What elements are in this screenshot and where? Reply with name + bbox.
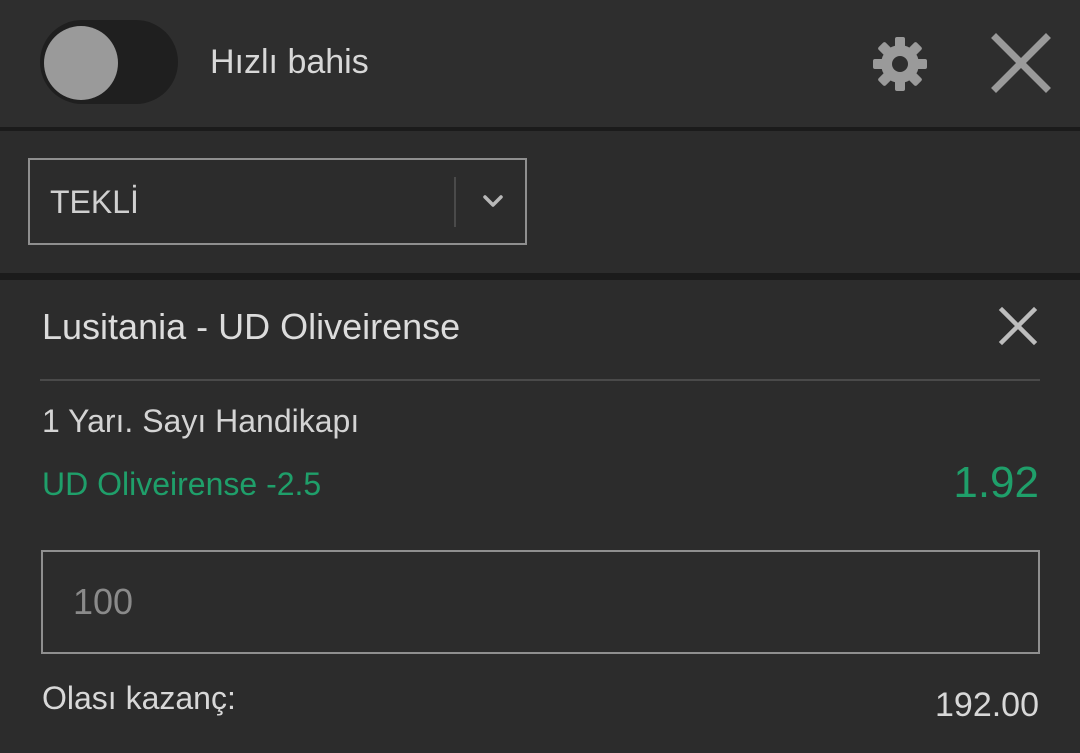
section-divider	[0, 273, 1080, 280]
card-divider	[40, 379, 1040, 381]
potential-win-value: 192.00	[935, 686, 1039, 724]
quick-bet-toggle[interactable]	[40, 20, 178, 104]
bet-type-select[interactable]: TEKLİ	[28, 158, 527, 245]
close-icon[interactable]	[990, 32, 1052, 94]
chevron-down-icon	[478, 186, 508, 216]
remove-bet-icon[interactable]	[997, 305, 1039, 347]
gear-icon[interactable]	[870, 34, 930, 94]
quick-bet-label: Hızlı bahis	[210, 43, 369, 81]
odds-value: 1.92	[953, 458, 1039, 507]
betslip-header: Hızlı bahis	[0, 0, 1080, 127]
bet-type-bar: TEKLİ	[0, 131, 1080, 273]
betslip-panel: Hızlı bahis TEKLİ Lusitania - UD Oliveir…	[0, 0, 1080, 753]
toggle-knob	[44, 26, 118, 100]
stake-value: 100	[73, 581, 134, 622]
select-separator	[454, 177, 456, 227]
stake-input[interactable]: 100	[41, 550, 1040, 654]
bet-card: Lusitania - UD Oliveirense 1 Yarı. Sayı …	[0, 280, 1080, 753]
selection-name: UD Oliveirense -2.5	[42, 466, 322, 502]
bet-type-value: TEKLİ	[50, 184, 139, 220]
potential-win-label: Olası kazanç:	[42, 680, 236, 716]
market-name: 1 Yarı. Sayı Handikapı	[42, 403, 360, 439]
match-title: Lusitania - UD Oliveirense	[42, 306, 461, 347]
